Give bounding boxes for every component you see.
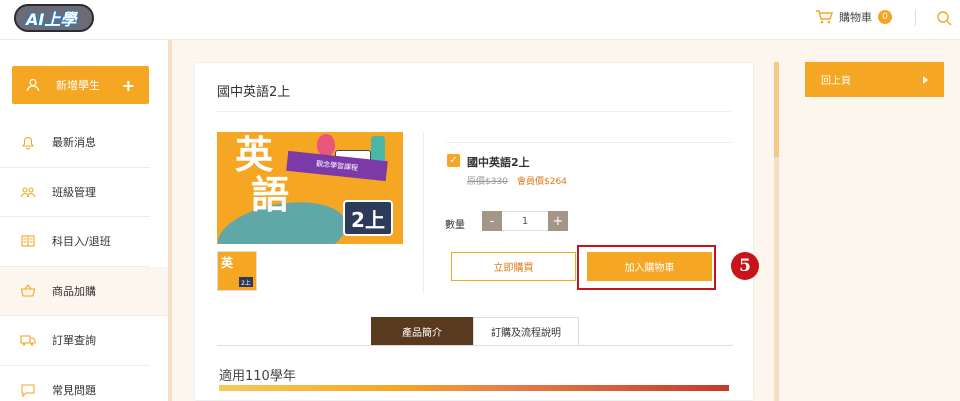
product-thumbnail[interactable]: 英 2上 [217, 251, 257, 291]
sidebar-item-label: 常見問題 [52, 383, 96, 397]
banner-strip [219, 385, 729, 391]
thumb-volume: 2上 [239, 277, 253, 287]
add-student-button[interactable]: 新增學生 + [12, 66, 149, 104]
basket-icon [20, 283, 36, 297]
sidebar-nav: 最新消息 班級管理 科目入/退班 商品加購 訂單查詢 常見問題 [0, 118, 170, 401]
sidebar-item-label: 商品加購 [52, 284, 96, 298]
chevron-right-icon [923, 75, 928, 84]
people-icon [20, 187, 36, 197]
top-bar: AI上學 購物車 0 [0, 0, 960, 40]
sidebar-item-news[interactable]: 最新消息 [0, 118, 150, 168]
product-checkbox[interactable]: ✓ [447, 154, 460, 167]
tab-product-intro[interactable]: 產品簡介 [371, 317, 473, 345]
sidebar-scrollbar[interactable] [168, 40, 172, 401]
book-icon [21, 235, 35, 247]
logo-text: AI上學 [26, 10, 77, 29]
sidebar-item-label: 班級管理 [52, 185, 96, 199]
member-price: 會員價$264 [517, 177, 567, 187]
sidebar-item-subject-enroll[interactable]: 科目入/退班 [0, 217, 150, 267]
logo[interactable]: AI上學 [14, 4, 94, 32]
cover-balloon [317, 134, 335, 156]
scrollbar-thumb[interactable] [774, 62, 779, 157]
sidebar-item-label: 科目入/退班 [52, 235, 111, 249]
product-card: 國中英語2上 英 語 觀念學習課程 2上 英 2上 ✓ 國中英語2上 原價$33… [194, 62, 759, 401]
main-scrollbar[interactable] [774, 62, 779, 401]
back-button-label: 回上頁 [821, 76, 851, 87]
tabs-underline [217, 345, 733, 346]
add-to-cart-button[interactable]: 加入購物車 [587, 252, 712, 281]
quantity-input[interactable]: 1 [502, 211, 548, 231]
original-price: 原價$330 [467, 177, 508, 187]
truck-icon [20, 335, 36, 346]
step-number-badge: 5 [731, 252, 759, 280]
sidebar-item-order-inquiry[interactable]: 訂單查詢 [0, 316, 150, 366]
applicable-year-text: 適用110學年 [219, 369, 296, 384]
cover-char-1: 英 [235, 133, 274, 177]
sidebar-item-class-management[interactable]: 班級管理 [0, 168, 150, 217]
add-student-label: 新增學生 [56, 79, 100, 92]
user-icon [26, 78, 40, 92]
quantity-label: 數量 [445, 220, 465, 231]
product-cover-image: 英 語 觀念學習課程 2上 [217, 132, 403, 244]
sidebar-item-label: 最新消息 [52, 136, 96, 150]
page-title: 國中英語2上 [217, 85, 291, 100]
plus-icon: + [121, 75, 135, 95]
sidebar-item-label: 訂單查詢 [52, 334, 96, 348]
sidebar-item-product-purchase[interactable]: 商品加購 [0, 266, 170, 316]
header-divider [915, 10, 916, 26]
bell-icon [21, 137, 35, 150]
search-icon[interactable] [936, 10, 952, 26]
cart-icon [816, 10, 833, 24]
chat-icon [21, 384, 35, 398]
quantity-minus-button[interactable]: - [482, 211, 502, 231]
tab-order-process[interactable]: 訂購及流程說明 [473, 317, 579, 345]
cart-label: 購物車 [839, 11, 872, 24]
quantity-plus-button[interactable]: + [548, 211, 568, 231]
buy-now-button[interactable]: 立即購買 [451, 252, 576, 281]
sidebar: 新增學生 + 最新消息 班級管理 科目入/退班 商品加購 訂單查詢 常見問題 [0, 40, 172, 401]
product-name: 國中英語2上 [467, 156, 530, 169]
cart-button[interactable]: 購物車 0 [815, 9, 892, 25]
selection-top-line [445, 142, 733, 143]
thumb-char: 英 [221, 256, 234, 270]
title-divider [217, 111, 731, 112]
sidebar-item-faq[interactable]: 常見問題 [0, 366, 150, 401]
cover-char-2: 語 [251, 173, 290, 217]
back-button[interactable]: 回上頁 [805, 62, 944, 97]
cart-count-badge: 0 [878, 10, 892, 24]
cover-volume: 2上 [343, 200, 393, 236]
details-divider [423, 132, 424, 294]
